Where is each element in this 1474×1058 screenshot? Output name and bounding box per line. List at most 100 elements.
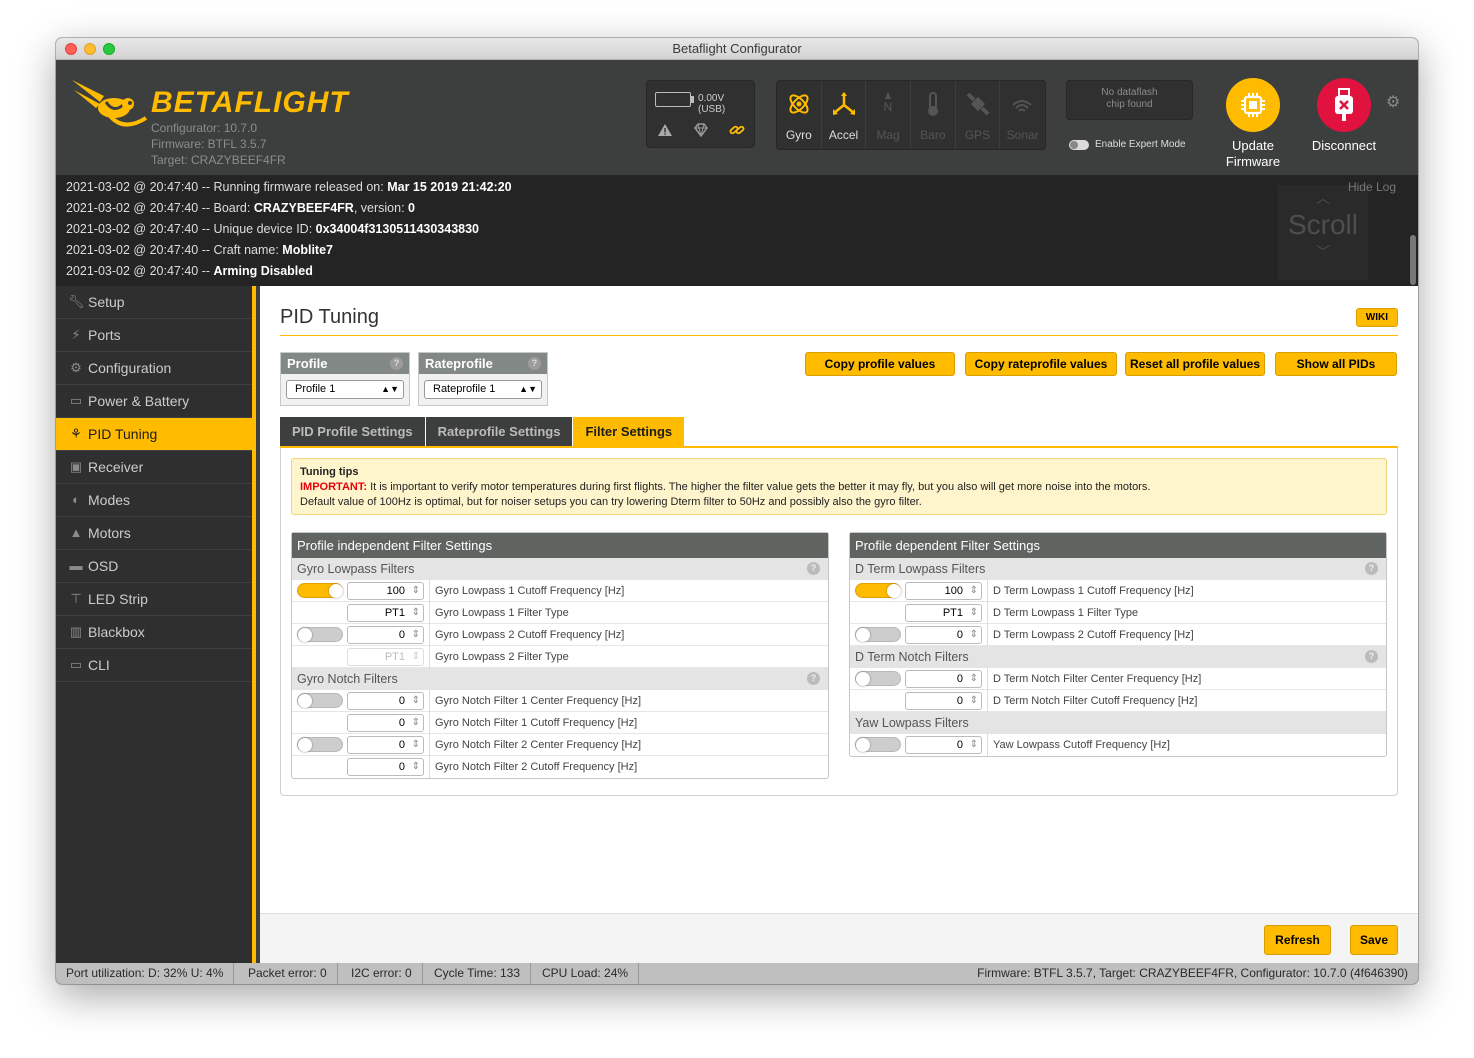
modes-icon: ◐ bbox=[72, 492, 80, 507]
sidebar-item-setup[interactable]: 🔧︎ Setup bbox=[56, 286, 252, 319]
filter-row: 100 D Term Lowpass 1 Cutoff Frequency [H… bbox=[850, 580, 1386, 602]
help-icon[interactable]: ? bbox=[528, 357, 541, 370]
disconnect-button[interactable] bbox=[1317, 78, 1371, 132]
dterm-notch-center-input[interactable]: 0 bbox=[905, 670, 982, 688]
tab-filter-settings[interactable]: Filter Settings bbox=[573, 417, 685, 448]
expert-mode[interactable]: Enable Expert Mode bbox=[1069, 139, 1186, 150]
battery-icon bbox=[655, 92, 691, 107]
minimize-window-button[interactable] bbox=[84, 43, 96, 55]
help-icon[interactable]: ? bbox=[1365, 650, 1378, 663]
help-icon[interactable]: ? bbox=[807, 672, 820, 685]
tuning-tips: Tuning tips IMPORTANT: It is important t… bbox=[291, 458, 1387, 515]
dterm-lowpass1-frequency-input[interactable]: 100 bbox=[905, 582, 982, 600]
tab-pid-profile-settings[interactable]: PID Profile Settings bbox=[280, 417, 425, 448]
chevron-up-icon: ︿ bbox=[1316, 190, 1330, 206]
gyro-lowpass2-toggle[interactable] bbox=[297, 627, 343, 642]
sidebar-item-led-strip[interactable]: ⊤ LED Strip bbox=[56, 583, 252, 616]
expert-mode-toggle[interactable] bbox=[1069, 139, 1089, 150]
yaw-lowpass-frequency-input[interactable]: 0 bbox=[905, 736, 982, 754]
refresh-button[interactable]: Refresh bbox=[1264, 925, 1331, 955]
disconnect-label[interactable]: Disconnect bbox=[1299, 138, 1389, 154]
version-info: Configurator: 10.7.0 Firmware: BTFL 3.5.… bbox=[151, 120, 286, 168]
gyro-lowpass1-frequency-input[interactable]: 100 bbox=[347, 582, 424, 600]
profile-selector: Profile? Profile 1 ▲▼ bbox=[280, 352, 410, 406]
sidebar-item-receiver[interactable]: ▣ Receiver bbox=[56, 451, 252, 484]
profile-select[interactable]: Profile 1 ▲▼ bbox=[286, 380, 404, 399]
sensor-status: Gyro Accel N Mag Baro GPS Sonar bbox=[776, 80, 1046, 150]
gyro-lowpass2-type-select[interactable]: PT1 bbox=[347, 648, 424, 666]
dterm-notch-cutoff-input[interactable]: 0 bbox=[905, 692, 982, 710]
sensor-accel: Accel bbox=[822, 81, 867, 149]
gyro-notch1-center-input[interactable]: 0 bbox=[347, 692, 424, 710]
link-icon bbox=[729, 125, 745, 135]
rateprofile-selector: Rateprofile? Rateprofile 1 ▲▼ bbox=[418, 352, 548, 406]
motor-icon: ▲ bbox=[69, 525, 83, 540]
dterm-lowpass2-toggle[interactable] bbox=[855, 627, 901, 642]
gyro-lowpass2-frequency-input[interactable]: 0 bbox=[347, 626, 424, 644]
header: BETAFLIGHT Configurator: 10.7.0 Firmware… bbox=[56, 60, 1418, 175]
dterm-lowpass2-frequency-input[interactable]: 0 bbox=[905, 626, 982, 644]
page-title: PID Tuning bbox=[280, 306, 379, 328]
tips-title: Tuning tips bbox=[300, 466, 359, 478]
tab-rateprofile-settings[interactable]: Rateprofile Settings bbox=[425, 417, 573, 448]
sidebar-item-osd[interactable]: ▬ OSD bbox=[56, 550, 252, 583]
sensor-sonar: Sonar bbox=[1000, 81, 1045, 149]
filter-row: 0 D Term Notch Filter Center Frequency [… bbox=[850, 668, 1386, 690]
sidebar-item-blackbox[interactable]: ▥ Blackbox bbox=[56, 616, 252, 649]
gyro-notch1-toggle[interactable] bbox=[297, 693, 343, 708]
dterm-notch-header: D Term Notch Filters? bbox=[850, 646, 1386, 668]
zoom-window-button[interactable] bbox=[103, 43, 115, 55]
chevron-down-icon: ﹀ bbox=[1316, 244, 1330, 260]
hide-log-link[interactable]: Hide Log bbox=[1348, 180, 1396, 194]
close-window-button[interactable] bbox=[65, 43, 77, 55]
filter-row: 0 Gyro Lowpass 2 Cutoff Frequency [Hz] bbox=[292, 624, 828, 646]
sidebar-item-ports[interactable]: ⚡︎ Ports bbox=[56, 319, 252, 352]
blackbox-icon: ▥ bbox=[69, 624, 83, 639]
osd-icon: ▬ bbox=[69, 558, 83, 573]
copy-profile-button[interactable]: Copy profile values bbox=[805, 352, 955, 376]
port-utilization: Port utilization: D: 32% U: 4% bbox=[56, 963, 235, 984]
gyro-lowpass1-toggle[interactable] bbox=[297, 583, 343, 598]
gyro-notch1-cutoff-input[interactable]: 0 bbox=[347, 714, 424, 732]
rateprofile-select[interactable]: Rateprofile 1 ▲▼ bbox=[424, 380, 542, 399]
dterm-lowpass1-toggle[interactable] bbox=[855, 583, 901, 598]
dterm-lowpass1-type-select[interactable]: PT1 bbox=[905, 604, 982, 622]
dterm-notch-toggle[interactable] bbox=[855, 671, 901, 686]
filter-row: 100 Gyro Lowpass 1 Cutoff Frequency [Hz] bbox=[292, 580, 828, 602]
save-button[interactable]: Save bbox=[1350, 925, 1398, 955]
filter-row: PT1 D Term Lowpass 1 Filter Type bbox=[850, 602, 1386, 624]
help-icon[interactable]: ? bbox=[1365, 562, 1378, 575]
update-firmware-button[interactable] bbox=[1226, 78, 1280, 132]
gyro-notch2-toggle[interactable] bbox=[297, 737, 343, 752]
gyro-notch2-cutoff-input[interactable]: 0 bbox=[347, 758, 424, 776]
gps-icon bbox=[966, 92, 990, 116]
sidebar-item-configuration[interactable]: ⚙ Configuration bbox=[56, 352, 252, 385]
gyro-notch2-center-input[interactable]: 0 bbox=[347, 736, 424, 754]
sidebar-item-modes[interactable]: ◐ Modes bbox=[56, 484, 252, 517]
log-line: 2021-03-02 @ 20:47:40 -- Arming Disabled bbox=[66, 264, 313, 278]
sidebar-item-motors[interactable]: ▲ Motors bbox=[56, 517, 252, 550]
logo-text: BETAFLIGHT bbox=[151, 86, 349, 119]
update-firmware-label[interactable]: Update Firmware bbox=[1208, 138, 1298, 170]
main-content: PID Tuning WIKI Profile? Profile 1 ▲▼ Rat… bbox=[260, 286, 1418, 963]
panel-title: Profile dependent Filter Settings bbox=[850, 533, 1386, 558]
gyro-lowpass1-type-select[interactable]: PT1 bbox=[347, 604, 424, 622]
show-all-pids-button[interactable]: Show all PIDs bbox=[1275, 352, 1397, 376]
log-scroll-indicator: ︿ Scroll ﹀ bbox=[1278, 185, 1368, 280]
sidebar-item-power-battery[interactable]: ▭ Power & Battery bbox=[56, 385, 252, 418]
log-scrollbar[interactable] bbox=[1410, 235, 1416, 285]
settings-gear-icon[interactable]: ⚙ bbox=[1386, 92, 1400, 112]
help-icon[interactable]: ? bbox=[807, 562, 820, 575]
yaw-lowpass-toggle[interactable] bbox=[855, 737, 901, 752]
failsafe-icon bbox=[694, 123, 708, 137]
tab-bar: PID Profile Settings Rateprofile Setting… bbox=[280, 417, 685, 448]
dterm-lowpass-header: D Term Lowpass Filters? bbox=[850, 558, 1386, 580]
reset-all-button[interactable]: Reset all profile values bbox=[1125, 352, 1265, 376]
sidebar-item-cli[interactable]: ▭ CLI bbox=[56, 649, 252, 682]
help-icon[interactable]: ? bbox=[390, 357, 403, 370]
filter-settings-content: Tuning tips IMPORTANT: It is important t… bbox=[280, 448, 1398, 796]
wiki-button[interactable]: WIKI bbox=[1355, 308, 1398, 327]
filter-row: 0 Gyro Notch Filter 2 Center Frequency [… bbox=[292, 734, 828, 756]
copy-rateprofile-button[interactable]: Copy rateprofile values bbox=[965, 352, 1117, 376]
sidebar-item-pid-tuning[interactable]: ⚘ PID Tuning bbox=[56, 418, 252, 451]
